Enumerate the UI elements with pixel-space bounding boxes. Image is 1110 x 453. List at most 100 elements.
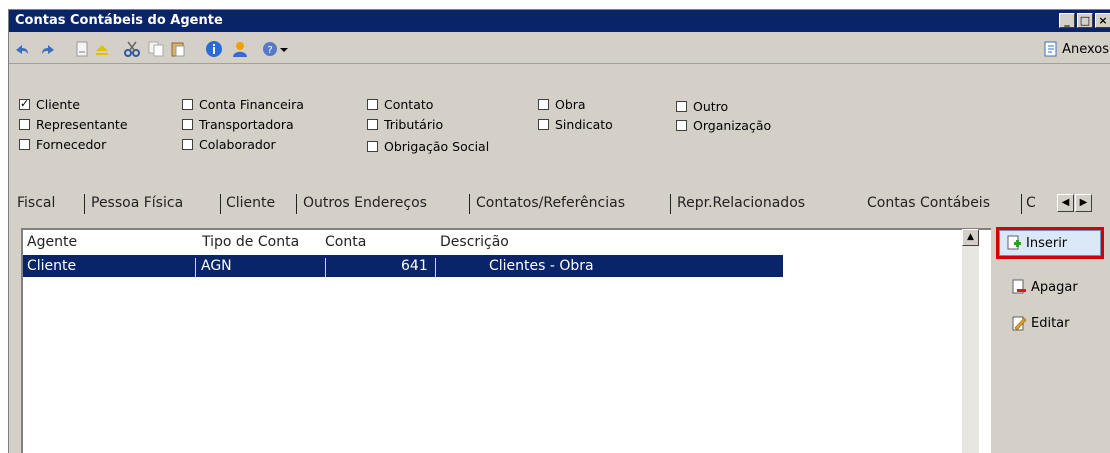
checkbox-contato[interactable]: Contato bbox=[367, 97, 433, 112]
checkbox-box[interactable] bbox=[367, 119, 378, 130]
scroll-up-button[interactable]: ▲ bbox=[962, 229, 979, 246]
checkbox-box[interactable] bbox=[19, 139, 30, 150]
copy-icon[interactable] bbox=[147, 40, 165, 58]
insert-button-label: Inserir bbox=[1026, 235, 1068, 251]
checkbox-label: Organização bbox=[693, 118, 772, 133]
checkbox-box[interactable] bbox=[182, 99, 193, 110]
checkbox-organizacao[interactable]: Organização bbox=[676, 118, 771, 133]
tab-truncated[interactable]: C bbox=[1026, 190, 1036, 216]
checkbox-cliente[interactable]: Cliente bbox=[19, 97, 80, 112]
checkbox-label: Transportadora bbox=[199, 117, 294, 132]
checkbox-outro[interactable]: Outro bbox=[676, 99, 728, 114]
checkbox-box[interactable] bbox=[19, 97, 30, 110]
tab-scroll-left-button[interactable]: ◀ bbox=[1057, 194, 1074, 212]
tab-repr-relacionados[interactable]: Repr.Relacionados bbox=[677, 190, 805, 216]
undo-icon[interactable] bbox=[13, 40, 31, 58]
checkbox-colaborador[interactable]: Colaborador bbox=[182, 137, 276, 152]
info-icon[interactable] bbox=[205, 40, 223, 58]
checkbox-box[interactable] bbox=[676, 101, 687, 112]
checkbox-box[interactable] bbox=[367, 141, 378, 152]
checkbox-tributario[interactable]: Tributário bbox=[367, 117, 443, 132]
checkbox-transportadora[interactable]: Transportadora bbox=[182, 117, 294, 132]
paste-icon[interactable] bbox=[169, 40, 187, 58]
checkbox-conta-financeira[interactable]: Conta Financeira bbox=[182, 97, 304, 112]
window-controls: _ □ × bbox=[1057, 13, 1110, 28]
checkbox-obrigacao-social[interactable]: Obrigação Social bbox=[367, 139, 489, 154]
checkbox-box[interactable] bbox=[676, 120, 687, 131]
checkbox-sindicato[interactable]: Sindicato bbox=[538, 117, 613, 132]
checkbox-box[interactable] bbox=[367, 99, 378, 110]
column-header-descricao[interactable]: Descrição bbox=[440, 234, 509, 250]
eject-icon[interactable] bbox=[93, 40, 111, 58]
add-document-icon bbox=[1007, 235, 1021, 250]
delete-document-icon bbox=[1012, 279, 1026, 294]
attachments-button[interactable]: Anexos bbox=[1042, 39, 1109, 59]
maximize-button[interactable]: □ bbox=[1077, 13, 1093, 28]
insert-button-inner[interactable]: Inserir bbox=[999, 230, 1101, 256]
edit-button-label: Editar bbox=[1031, 315, 1070, 331]
checkbox-label: Outro bbox=[693, 99, 729, 114]
minimize-button[interactable]: _ bbox=[1059, 13, 1075, 28]
cell-descricao: Clientes - Obra bbox=[489, 258, 594, 274]
tab-scroll-right-button[interactable]: ▶ bbox=[1075, 194, 1092, 212]
dropdown-arrow-icon[interactable] bbox=[279, 40, 289, 58]
tab-divider bbox=[469, 194, 470, 214]
checkbox-box[interactable] bbox=[19, 119, 30, 130]
insert-button[interactable]: Inserir bbox=[996, 227, 1104, 259]
checkbox-label: Fornecedor bbox=[36, 137, 107, 152]
tab-outros-enderecos[interactable]: Outros Endereços bbox=[303, 190, 427, 216]
checkbox-label: Sindicato bbox=[555, 117, 613, 132]
tab-cliente[interactable]: Cliente bbox=[226, 190, 275, 216]
tab-pessoa-fisica[interactable]: Pessoa Física bbox=[91, 190, 183, 216]
table-row[interactable]: Cliente AGN 641 Clientes - Obra bbox=[23, 255, 783, 280]
checkbox-label: Colaborador bbox=[199, 137, 276, 152]
cell-conta: 641 bbox=[401, 258, 428, 274]
cell-divider bbox=[195, 258, 196, 280]
cell-tipo: AGN bbox=[201, 258, 232, 274]
tab-divider bbox=[670, 194, 671, 214]
help-icon[interactable]: ? bbox=[261, 40, 279, 58]
checkbox-representante[interactable]: Representante bbox=[19, 117, 128, 132]
delete-button[interactable]: Apagar bbox=[1001, 275, 1103, 299]
cell-divider bbox=[325, 258, 326, 280]
tab-divider bbox=[296, 194, 297, 214]
edit-icon bbox=[1012, 316, 1027, 331]
cut-icon[interactable] bbox=[123, 40, 141, 58]
tab-fiscal[interactable]: Fiscal bbox=[17, 190, 55, 216]
checkbox-box[interactable] bbox=[182, 119, 193, 130]
redo-icon[interactable] bbox=[39, 40, 57, 58]
checkbox-box[interactable] bbox=[182, 139, 193, 150]
new-document-icon[interactable] bbox=[73, 40, 91, 58]
checkbox-box[interactable] bbox=[538, 119, 549, 130]
tab-divider bbox=[84, 194, 85, 214]
tab-contas-contabeis[interactable]: Contas Contábeis bbox=[861, 190, 996, 216]
grid-header: Agente Tipo de Conta Conta Descrição bbox=[23, 230, 783, 254]
delete-button-label: Apagar bbox=[1031, 279, 1078, 295]
window-title: Contas Contábeis do Agente bbox=[15, 13, 223, 28]
checkbox-label: Tributário bbox=[384, 117, 444, 132]
user-icon[interactable] bbox=[231, 40, 249, 58]
column-header-tipo-de-conta[interactable]: Tipo de Conta bbox=[202, 234, 299, 250]
tab-divider bbox=[1021, 194, 1022, 214]
checkbox-label: Cliente bbox=[36, 97, 80, 112]
checkbox-label: Obrigação Social bbox=[384, 139, 490, 154]
accounts-grid: Agente Tipo de Conta Conta Descrição Cli… bbox=[21, 228, 991, 453]
checkbox-label: Conta Financeira bbox=[199, 97, 304, 112]
column-header-agente[interactable]: Agente bbox=[27, 234, 77, 250]
checkbox-box[interactable] bbox=[538, 99, 549, 110]
svg-text:?: ? bbox=[267, 45, 272, 56]
cell-divider bbox=[435, 258, 436, 280]
edit-button[interactable]: Editar bbox=[1001, 311, 1103, 335]
attachment-icon bbox=[1044, 41, 1057, 57]
tab-divider bbox=[220, 194, 221, 214]
column-header-conta[interactable]: Conta bbox=[325, 234, 366, 250]
toolbar: ? Anexos bbox=[9, 33, 1110, 64]
grid-vertical-scrollbar[interactable]: ▲ bbox=[962, 229, 979, 453]
checkbox-fornecedor[interactable]: Fornecedor bbox=[19, 137, 106, 152]
tab-strip: Fiscal Pessoa Física Cliente Outros Ende… bbox=[9, 190, 1110, 217]
checkbox-obra[interactable]: Obra bbox=[538, 97, 586, 112]
close-button[interactable]: × bbox=[1095, 13, 1110, 28]
title-bar: Contas Contábeis do Agente _ □ × bbox=[9, 10, 1110, 32]
agent-accounts-window: Contas Contábeis do Agente _ □ × ? Anexo… bbox=[8, 9, 1110, 453]
tab-contatos-referencias[interactable]: Contatos/Referências bbox=[476, 190, 625, 216]
